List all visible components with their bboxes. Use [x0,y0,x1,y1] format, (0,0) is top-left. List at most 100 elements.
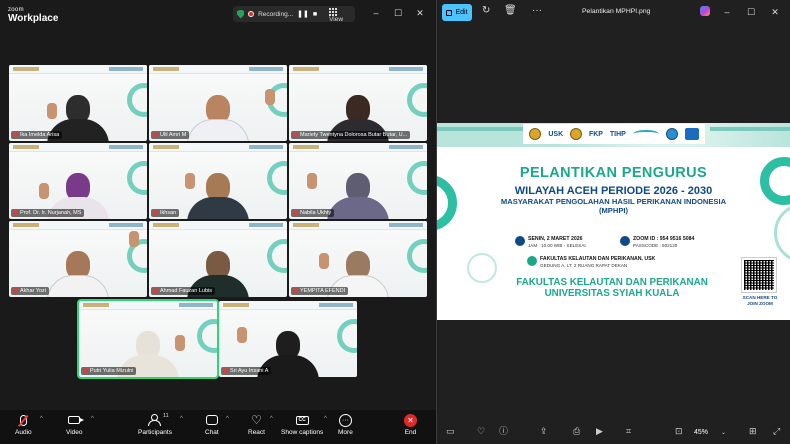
participant-name-tag: Ikhsan [151,209,180,217]
crop-icon[interactable]: ⌗ [626,427,631,436]
share-icon[interactable]: ⇪ [540,427,548,436]
photos-viewer-window: Edit ↻ 🗑 ··· Pelantikan MPHPI.png – ☐ ✕ … [437,0,790,444]
audio-options-caret[interactable]: ^ [40,416,43,422]
meeting-toolbar: Audio ^ Video ^ 11 Participants ^ Chat ^… [0,410,436,444]
shield-icon[interactable] [237,9,245,19]
mic-muted-icon [83,368,88,374]
flyer-subheading: WILAYAH ACEH PERIODE 2026 - 2030 [514,185,713,197]
participants-label: Participants [138,429,172,436]
mic-muted-icon [293,210,298,216]
video-tile[interactable]: Ika Imelda Arisa [9,65,147,141]
end-meeting-button[interactable]: ✕ End [404,413,417,436]
zoom-details: ZOOM ID : 954 9516 5084 PASSCODE : 502120 [620,236,694,249]
rotate-icon[interactable]: ↻ [482,6,490,16]
participants-options-caret[interactable]: ^ [180,416,183,422]
chevron-down-icon: ⌄ [720,429,726,436]
end-call-icon: ✕ [404,413,417,427]
react-button[interactable]: ♡ React [248,413,265,436]
more-label: More [338,429,353,436]
logo-bottom-text: Workplace [8,13,59,24]
show-captions-button[interactable]: CC Show captions [281,413,323,436]
zoom-level-value: 45% [694,428,709,436]
video-button[interactable]: Video [66,413,85,436]
participant-name-tag: Akhar Yozi [11,287,49,295]
slideshow-icon[interactable]: ▶ [596,427,603,436]
flyer-heading: PELANTIKAN PENGURUS [519,165,708,181]
maximize-button[interactable]: ☐ [387,4,409,22]
favorite-icon[interactable]: ♡ [477,427,485,436]
video-tile[interactable]: Ahmad Fauzan Lubis [149,221,287,297]
video-tile[interactable]: Ikhsan [149,143,287,219]
flyer-organization: MASYARAKAT PENGOLAHAN HASIL PERIKANAN IN… [500,197,727,215]
delete-icon[interactable]: 🗑 [504,6,517,16]
video-tile[interactable]: Nabila Ukhty [289,143,427,219]
maximize-button[interactable]: ☐ [739,4,763,20]
zoom-window-controls: – ☐ ✕ [365,4,431,22]
video-tile[interactable]: Prof. Dr. Ir. Nurjanah, MS [9,143,147,219]
more-options-icon[interactable]: ··· [532,6,542,16]
zoom-level-dropdown[interactable]: 45% ⌄ [691,425,729,439]
zoom-logo: zoom Workplace [8,7,58,24]
copilot-icon[interactable] [700,6,710,16]
video-tile-active-speaker[interactable]: Putri Yulia Mizulni [79,301,217,377]
participant-name-tag: YEMPITA EFENDI [291,287,349,295]
close-button[interactable]: ✕ [763,4,787,20]
viewer-window-controls: – ☐ ✕ [715,4,787,20]
mic-muted-icon [153,210,158,216]
video-tile[interactable]: Ulil Amri M [149,65,287,141]
edit-button[interactable]: Edit [442,4,472,21]
participants-button[interactable]: 11 Participants [138,413,172,436]
mic-muted-icon [13,288,18,294]
chat-options-caret[interactable]: ^ [226,416,229,422]
react-label: React [248,429,265,436]
flyer-image: USK FKP TIHP PELANTIKAN PENGURUS WILAYAH… [437,123,790,320]
participant-name-tag: Ika Imelda Arisa [11,131,63,139]
grid-icon [329,8,338,16]
video-tile[interactable]: Akhar Yozi [9,221,147,297]
video-tile[interactable]: Mariety Twentyna Dolorosa Butar Butar, U… [289,65,427,141]
participant-name-tag: Putri Yulia Mizulni [81,367,137,375]
print-icon[interactable]: ⎙ [573,427,580,436]
mic-muted-icon [293,132,298,138]
qr-code [741,257,777,293]
faculty-name: FAKULTAS KELAUTAN DAN PERIKANAN UNIVERSI… [516,277,708,300]
fish-logo-icon [684,128,699,140]
captions-options-caret[interactable]: ^ [324,416,327,422]
mic-muted-icon [153,288,158,294]
pause-recording-button[interactable]: ❚❚ [297,10,309,18]
video-tile[interactable]: Sri Ayu Insani A [219,301,357,377]
video-icon [620,236,630,246]
chat-label: Chat [205,429,219,436]
close-button[interactable]: ✕ [409,4,431,22]
fullscreen-icon[interactable]: ⤢ [773,427,780,436]
fit-to-window-icon[interactable]: ⊞ [749,427,757,436]
stop-recording-button[interactable]: ■ [313,11,317,18]
video-tile[interactable]: YEMPITA EFENDI [289,221,427,297]
file-title: Pelantikan MPHPI.png [582,8,651,15]
info-icon[interactable]: ⓘ [499,427,508,436]
video-options-caret[interactable]: ^ [91,416,94,422]
round-logo-icon [665,128,678,140]
audio-button[interactable]: Audio [15,413,32,436]
camera-icon [68,416,85,424]
filmstrip-icon[interactable]: ▭ [446,427,455,436]
mic-muted-icon [13,210,18,216]
minimize-button[interactable]: – [715,4,739,20]
edit-label: Edit [455,9,468,16]
chat-icon [205,415,218,425]
participant-name-tag: Nabila Ukhty [291,209,335,217]
react-options-caret[interactable]: ^ [270,416,273,422]
calendar-icon [515,236,525,246]
more-button[interactable]: ··· More [338,413,353,436]
participant-name-tag: Mariety Twentyna Dolorosa Butar Butar, U… [291,131,411,139]
chat-button[interactable]: Chat [205,413,219,436]
mphpi-logo-icon [632,130,659,138]
participant-name-tag: Ulil Amri M [151,131,190,139]
record-icon [248,11,255,17]
fkp-seal-icon [570,128,583,140]
actual-size-icon[interactable]: ⊡ [675,427,683,436]
view-button[interactable]: View [329,5,351,23]
participants-count: 11 [162,413,169,419]
qr-caption: SCAN HERE TO JOIN ZOOM [742,295,778,306]
minimize-button[interactable]: – [365,4,387,22]
